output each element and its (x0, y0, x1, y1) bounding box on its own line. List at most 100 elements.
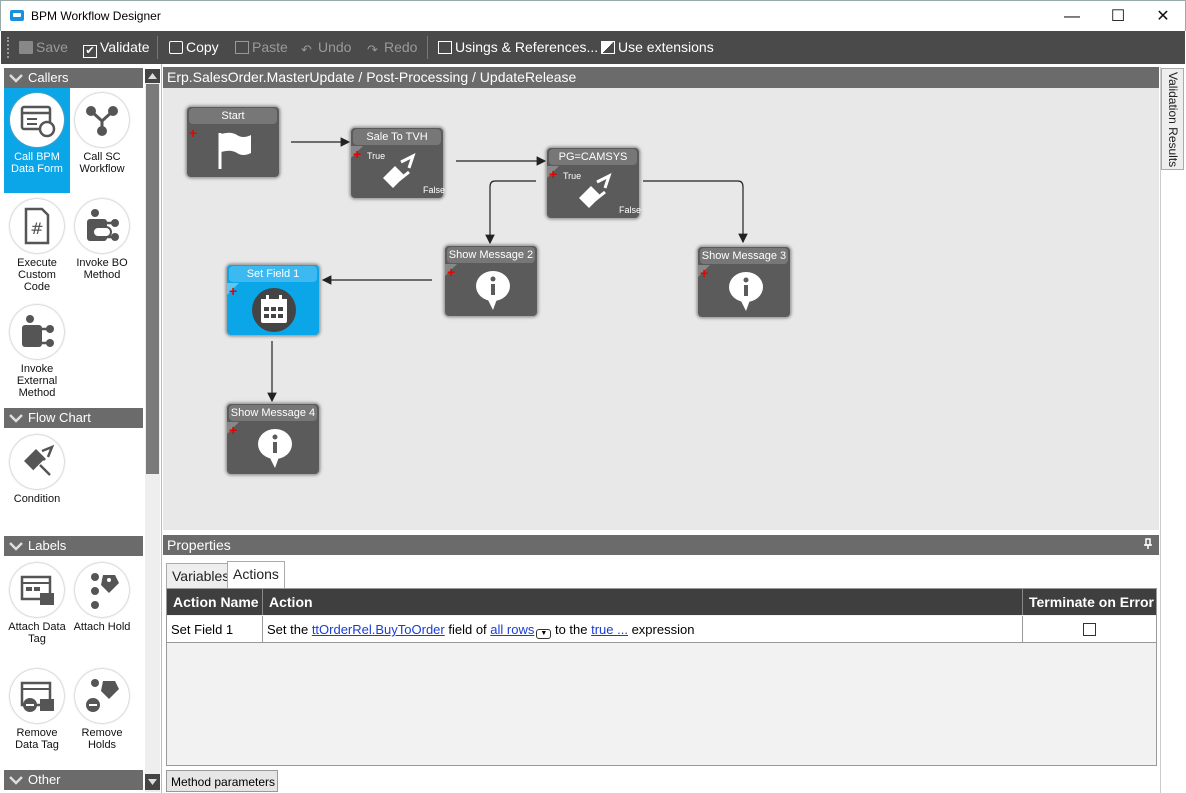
data-form-icon (10, 93, 64, 147)
tool-call-bpm-data-form[interactable]: Call BPM Data Form (4, 88, 70, 193)
chevron-up-icon (148, 73, 157, 79)
tool-attach-hold[interactable]: Attach Hold (69, 558, 135, 663)
tab-variables[interactable]: Variables (166, 563, 236, 588)
chevron-down-icon (9, 414, 23, 423)
info-bubble-icon (476, 271, 510, 310)
tab-actions[interactable]: Actions (227, 561, 285, 588)
tool-call-sc-workflow[interactable]: Call SC Workflow (69, 88, 135, 193)
toolbar-grip (7, 37, 10, 58)
save-icon (19, 41, 33, 54)
node-start[interactable]: Start + (186, 106, 280, 178)
labels-section-header[interactable]: Labels (4, 536, 143, 556)
other-section-header[interactable]: Other (4, 770, 143, 790)
add-icon: + (549, 166, 558, 182)
tool-execute-custom-code[interactable]: # Execute Custom Code (4, 194, 70, 299)
chevron-down-icon (9, 542, 23, 551)
tool-attach-data-tag[interactable]: Attach Data Tag (4, 558, 70, 663)
use-extensions-button[interactable]: Use extensions (601, 31, 714, 64)
usings-references-button[interactable]: Usings & References... (438, 31, 598, 64)
flow-chart-section-header[interactable]: Flow Chart (4, 408, 143, 428)
window-title: BPM Workflow Designer (31, 9, 161, 23)
app-icon (10, 10, 24, 21)
copy-button[interactable]: Copy (169, 31, 219, 64)
code-file-icon: # (10, 199, 64, 253)
scroll-up-button[interactable] (145, 69, 160, 83)
paste-icon (235, 41, 249, 54)
condition-icon (579, 173, 612, 208)
node-pg-camsys[interactable]: PG=CAMSYS + True False (546, 147, 641, 219)
column-header-action[interactable]: Action (263, 589, 1023, 615)
actions-grid: Action Name Action Terminate on Error Se… (166, 588, 1157, 766)
redo-button[interactable]: ↷ Redo (367, 31, 417, 64)
tool-invoke-external-method[interactable]: Invoke External Method (4, 300, 70, 405)
add-icon: + (229, 422, 238, 438)
tool-condition[interactable]: Condition (4, 430, 70, 535)
toolbox-panel: Callers Call BPM Data Form Call SC Workf… (1, 64, 162, 793)
properties-header: Properties (163, 535, 1159, 555)
tool-invoke-bo-method[interactable]: Invoke BO Method (69, 194, 135, 299)
cell-terminate (1023, 616, 1156, 643)
expression-link[interactable]: true ... (591, 622, 628, 637)
field-link[interactable]: ttOrderRel.BuyToOrder (312, 622, 445, 637)
terminate-on-error-checkbox[interactable] (1083, 623, 1096, 636)
condition-icon (10, 435, 64, 489)
chevron-down-icon (9, 74, 23, 83)
cell-action: Set the ttOrderRel.BuyToOrder field of a… (263, 616, 1023, 643)
toolbox-scroll-thumb[interactable] (146, 84, 159, 474)
scroll-down-button[interactable] (145, 774, 160, 790)
node-show-message-4[interactable]: Show Message 4 + (226, 403, 320, 475)
validate-button[interactable]: ✔ Validate (83, 31, 150, 64)
bo-method-icon (75, 199, 129, 253)
node-set-field-1[interactable]: Set Field 1 + (226, 264, 320, 336)
remove-hold-icon (75, 669, 129, 723)
calendar-icon (252, 288, 296, 332)
remove-data-tag-icon (10, 669, 64, 723)
extensions-icon (601, 41, 615, 54)
right-dock-strip (1160, 67, 1185, 793)
tab-method-parameters[interactable]: Method parameters (166, 770, 278, 792)
tool-remove-holds[interactable]: Remove Holds (69, 664, 135, 769)
data-tag-icon (10, 563, 64, 617)
svg-text:#: # (30, 219, 43, 238)
node-show-message-2[interactable]: Show Message 2 + (444, 245, 538, 317)
info-bubble-icon (258, 429, 292, 468)
add-icon: + (189, 125, 198, 141)
condition-icon (383, 153, 416, 188)
external-method-icon (10, 305, 64, 359)
node-sale-to-tvh[interactable]: Sale To TVH + True False (350, 127, 445, 199)
undo-button[interactable]: ↶ Undo (301, 31, 351, 64)
add-icon: + (229, 283, 238, 299)
toolbar-separator (427, 36, 428, 59)
flag-icon (218, 132, 251, 169)
pin-icon[interactable] (1143, 538, 1153, 550)
copy-icon (169, 41, 183, 54)
title-bar: BPM Workflow Designer — ☐ ✕ (0, 0, 1186, 31)
chevron-down-icon (9, 776, 23, 785)
node-show-message-3[interactable]: Show Message 3 + (697, 246, 791, 318)
chevron-down-icon (148, 779, 157, 785)
callers-section-header[interactable]: Callers (4, 68, 143, 88)
undo-icon: ↶ (301, 42, 312, 57)
add-icon: + (353, 146, 362, 162)
toolbar-separator (157, 36, 158, 59)
paste-button[interactable]: Paste (235, 31, 288, 64)
info-bubble-icon (729, 272, 763, 311)
close-button[interactable]: ✕ (1140, 1, 1186, 32)
toolbar: Save ✔ Validate Copy Paste ↶ Undo ↷ Redo Us… (1, 31, 1185, 64)
redo-icon: ↷ (367, 42, 378, 57)
references-icon (438, 41, 452, 54)
column-header-action-name[interactable]: Action Name (167, 589, 263, 615)
save-button[interactable]: Save (19, 31, 68, 64)
tool-remove-data-tag[interactable]: Remove Data Tag (4, 664, 70, 769)
add-icon: + (700, 265, 709, 281)
rows-dropdown-icon[interactable]: ▼ (536, 629, 552, 639)
cell-action-name[interactable]: Set Field 1 (167, 616, 263, 643)
add-icon: + (447, 264, 456, 280)
checkbox-icon: ✔ (83, 45, 97, 58)
maximize-button[interactable]: ☐ (1095, 1, 1141, 32)
rows-link[interactable]: all rows (490, 622, 534, 637)
workflow-icon (75, 93, 129, 147)
column-header-terminate[interactable]: Terminate on Error (1023, 589, 1156, 615)
tab-validation-results[interactable]: Validation Results (1161, 68, 1184, 170)
minimize-button[interactable]: — (1049, 1, 1095, 32)
